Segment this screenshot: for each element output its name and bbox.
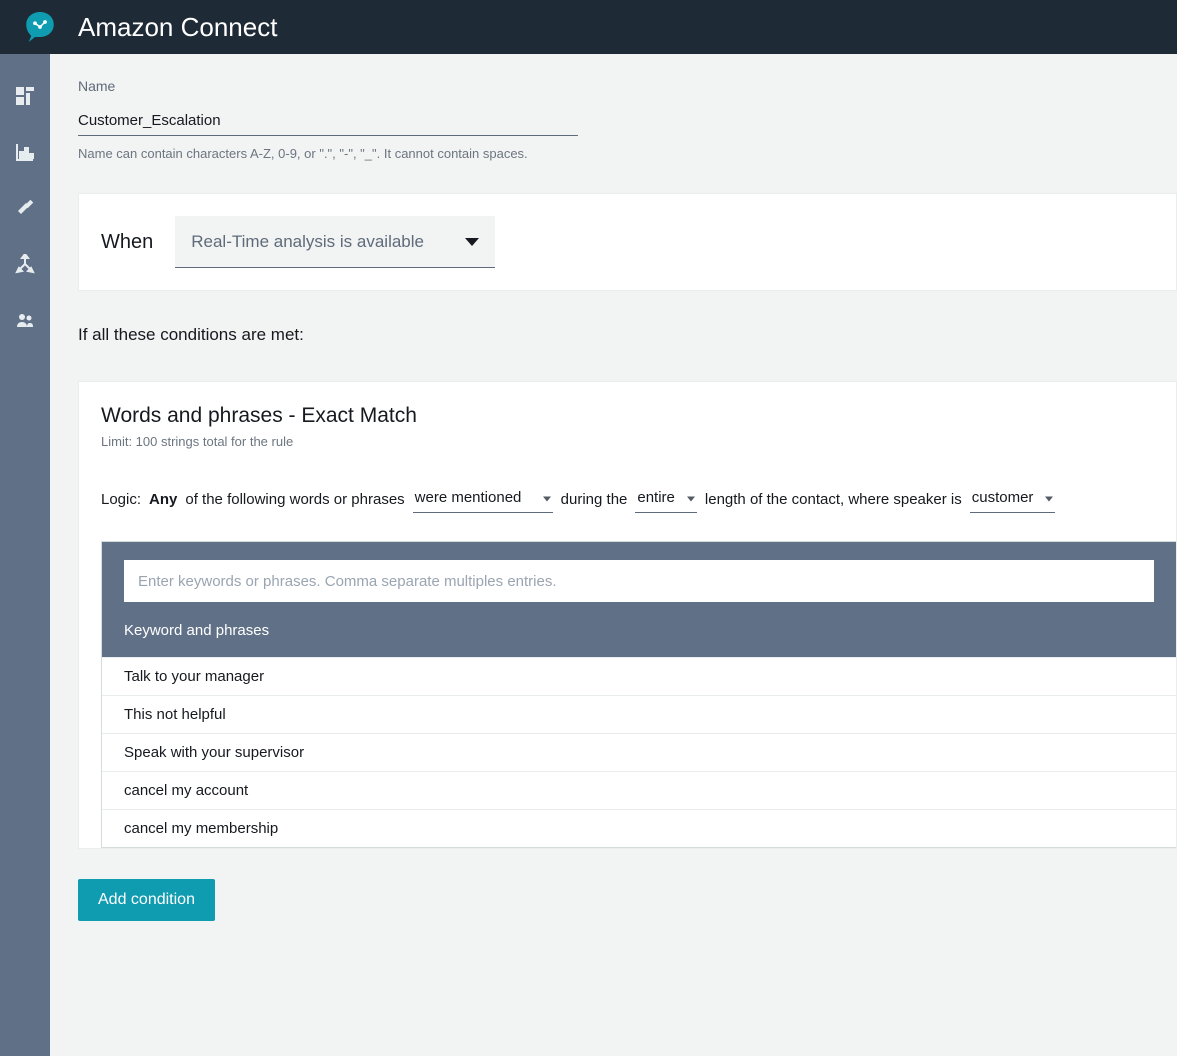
keyword-row[interactable]: Talk to your manager <box>102 657 1176 695</box>
name-label: Name <box>78 78 1177 94</box>
dashboard-icon[interactable] <box>15 86 35 106</box>
keyword-row[interactable]: cancel my membership <box>102 809 1176 847</box>
gavel-icon[interactable] <box>15 198 35 218</box>
routing-icon[interactable] <box>15 254 35 274</box>
rule-name-input[interactable] <box>78 106 578 136</box>
speaker-select[interactable]: customer <box>970 485 1056 513</box>
people-icon[interactable] <box>15 310 35 330</box>
chevron-down-icon <box>543 496 551 501</box>
keyword-table-header: Keyword and phrases <box>124 622 1154 639</box>
name-hint-text: Name can contain characters A-Z, 0-9, or… <box>78 146 1177 161</box>
app-header: Amazon Connect <box>0 0 1177 54</box>
logic-during: during the <box>561 491 628 508</box>
speaker-select-value: customer <box>972 489 1034 506</box>
condition-subtitle: Limit: 100 strings total for the rule <box>101 434 1176 449</box>
conditions-intro-text: If all these conditions are met: <box>78 325 1177 345</box>
main-content: Name Name can contain characters A-Z, 0-… <box>50 54 1177 1056</box>
mention-select-value: were mentioned <box>415 489 522 506</box>
logic-any: Any <box>149 491 177 508</box>
app-title: Amazon Connect <box>78 12 277 43</box>
when-select-value: Real-Time analysis is available <box>191 232 424 252</box>
keyword-row[interactable]: Speak with your supervisor <box>102 733 1176 771</box>
logic-of-following: of the following words or phrases <box>185 491 404 508</box>
keyword-row[interactable]: This not helpful <box>102 695 1176 733</box>
chevron-down-icon <box>1045 496 1053 501</box>
span-select-value: entire <box>637 489 675 506</box>
add-condition-button[interactable]: Add condition <box>78 879 215 921</box>
logic-length-text: length of the contact, where speaker is <box>705 491 962 508</box>
when-panel: When Real-Time analysis is available <box>78 193 1177 291</box>
keywords-block: Keyword and phrases Talk to your manager… <box>101 541 1176 848</box>
chevron-down-icon <box>687 496 695 501</box>
mention-select[interactable]: were mentioned <box>413 485 553 513</box>
span-select[interactable]: entire <box>635 485 697 513</box>
caret-down-icon <box>465 238 479 246</box>
logic-line: Logic: Any of the following words or phr… <box>101 485 1176 513</box>
keyword-input[interactable] <box>124 560 1154 602</box>
amazon-connect-logo-icon <box>18 5 62 49</box>
when-select[interactable]: Real-Time analysis is available <box>175 216 495 268</box>
condition-card: Words and phrases - Exact Match Limit: 1… <box>78 381 1177 849</box>
keyword-row[interactable]: cancel my account <box>102 771 1176 809</box>
sidebar-nav <box>0 54 50 1056</box>
condition-title: Words and phrases - Exact Match <box>101 404 1176 428</box>
keywords-header: Keyword and phrases <box>102 542 1176 657</box>
when-label: When <box>101 231 153 254</box>
chart-icon[interactable] <box>15 142 35 162</box>
logic-prefix: Logic: <box>101 491 141 508</box>
